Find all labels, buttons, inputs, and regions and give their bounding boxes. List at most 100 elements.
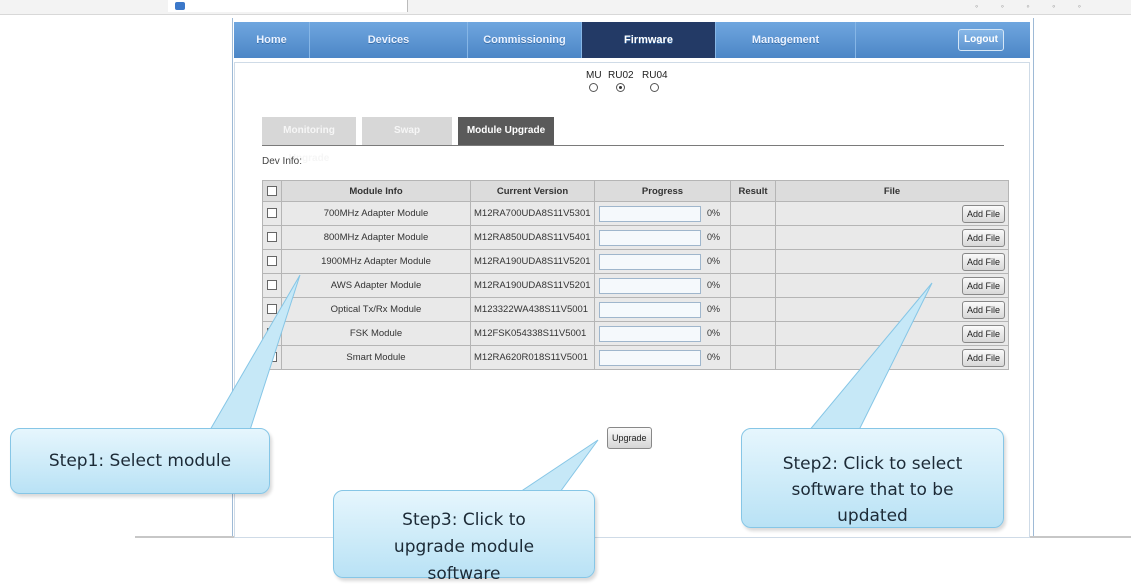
nav-firmware[interactable]: Firmware	[582, 22, 716, 58]
progress-text: 0%	[707, 256, 721, 266]
upgrade-button[interactable]: Upgrade	[607, 427, 652, 449]
row-result	[730, 201, 776, 226]
row-checkbox-cell	[262, 321, 282, 346]
browser-toolbar: ◦ ◦ ◦ ◦ ◦	[0, 0, 1131, 15]
add-file-button[interactable]: Add File	[961, 229, 1005, 247]
row-checkbox[interactable]	[267, 280, 277, 291]
row-checkbox[interactable]	[267, 304, 277, 315]
nav-commissioning[interactable]: Commissioning	[468, 22, 582, 58]
row-module-name: FSK Module	[281, 321, 471, 346]
unit-option-mu[interactable]: MU	[586, 70, 602, 92]
row-progress-cell: 0%	[594, 273, 731, 298]
module-table: Module Info Current Version Progress Res…	[262, 180, 1009, 370]
tab-monitoring-upgrade[interactable]: Monitoring Upgrade	[262, 117, 356, 164]
header-current-version: Current Version	[470, 180, 595, 202]
add-file-button[interactable]: Add File	[961, 301, 1005, 319]
row-result	[730, 321, 776, 346]
logout-button[interactable]: Logout	[958, 29, 1004, 51]
row-checkbox-cell	[262, 225, 282, 250]
radio-mu[interactable]	[589, 83, 599, 92]
nav-devices[interactable]: Devices	[310, 22, 468, 58]
header-progress: Progress	[594, 180, 731, 202]
radio-ru04[interactable]	[650, 83, 660, 92]
browser-tools-icons: ◦ ◦ ◦ ◦ ◦	[975, 1, 1091, 11]
row-file-cell: Add File	[775, 249, 1009, 274]
step1-callout: Step1: Select module	[10, 428, 270, 494]
row-current-version: M12RA190UDA8S11V5201	[470, 273, 595, 298]
unit-label-ru02: RU02	[608, 70, 634, 81]
nav-management[interactable]: Management	[716, 22, 856, 58]
row-current-version: M12RA700UDA8S11V5301	[470, 201, 595, 226]
select-all-checkbox[interactable]	[267, 185, 277, 196]
row-checkbox-cell	[262, 297, 282, 322]
table-row: 700MHz Adapter Module M12RA700UDA8S11V530…	[262, 201, 1009, 226]
favicon-icon	[175, 2, 185, 10]
step3-callout: Step3: Click to upgrade module software	[333, 490, 595, 584]
row-file-cell: Add File	[775, 297, 1009, 322]
add-file-button[interactable]: Add File	[961, 349, 1005, 367]
row-checkbox-cell	[262, 249, 282, 274]
progress-bar	[599, 326, 701, 342]
unit-option-ru04[interactable]: RU04	[642, 70, 668, 92]
header-result: Result	[730, 180, 776, 202]
table-row: 800MHz Adapter Module M12RA850UDA8S11V540…	[262, 225, 1009, 250]
unit-label-mu: MU	[586, 70, 602, 81]
progress-text: 0%	[707, 328, 721, 338]
progress-text: 0%	[707, 208, 721, 218]
row-progress-cell: 0%	[594, 345, 731, 370]
row-current-version: M12FSK054338S11V5001	[470, 321, 595, 346]
tab-module-upgrade[interactable]: Module Upgrade	[458, 117, 554, 145]
row-checkbox-cell	[262, 273, 282, 298]
row-result	[730, 225, 776, 250]
row-module-name: AWS Adapter Module	[281, 273, 471, 298]
dev-info-label: Dev Info:	[262, 156, 303, 167]
row-current-version: M12RA620R018S11V5001	[470, 345, 595, 370]
radio-ru02[interactable]	[616, 83, 626, 92]
row-file-cell: Add File	[775, 273, 1009, 298]
progress-bar	[599, 350, 701, 366]
table-header-row: Module Info Current Version Progress Res…	[262, 180, 1009, 202]
progress-text: 0%	[707, 352, 721, 362]
row-result	[730, 249, 776, 274]
row-file-cell: Add File	[775, 225, 1009, 250]
progress-bar	[599, 230, 701, 246]
address-bar[interactable]	[168, 0, 408, 12]
row-checkbox[interactable]	[267, 232, 277, 243]
row-checkbox[interactable]	[267, 352, 277, 363]
row-module-name: 1900MHz Adapter Module	[281, 249, 471, 274]
row-current-version: M12RA850UDA8S11V5401	[470, 225, 595, 250]
row-checkbox[interactable]	[267, 256, 277, 267]
row-progress-cell: 0%	[594, 249, 731, 274]
row-current-version: M12RA190UDA8S11V5201	[470, 249, 595, 274]
add-file-button[interactable]: Add File	[961, 253, 1005, 271]
main-nav: Home Devices Commissioning Firmware Mana…	[234, 22, 1030, 58]
progress-text: 0%	[707, 280, 721, 290]
row-progress-cell: 0%	[594, 201, 731, 226]
table-row: 1900MHz Adapter Module M12RA190UDA8S11V52…	[262, 249, 1009, 274]
header-module-info: Module Info	[281, 180, 471, 202]
unit-option-ru02[interactable]: RU02	[608, 70, 634, 92]
row-checkbox[interactable]	[267, 208, 277, 219]
row-result	[730, 345, 776, 370]
tab-divider	[262, 145, 1004, 146]
row-progress-cell: 0%	[594, 321, 731, 346]
table-row: AWS Adapter Module M12RA190UDA8S11V5201 0%…	[262, 273, 1009, 298]
step2-callout: Step2: Click to select software that to …	[741, 428, 1004, 528]
progress-bar	[599, 254, 701, 270]
row-module-name: 700MHz Adapter Module	[281, 201, 471, 226]
row-module-name: Optical Tx/Rx Module	[281, 297, 471, 322]
progress-text: 0%	[707, 232, 721, 242]
progress-text: 0%	[707, 304, 721, 314]
nav-home[interactable]: Home	[234, 22, 310, 58]
row-result	[730, 273, 776, 298]
add-file-button[interactable]: Add File	[961, 325, 1005, 343]
row-checkbox-cell	[262, 345, 282, 370]
row-checkbox[interactable]	[267, 328, 277, 339]
add-file-button[interactable]: Add File	[961, 205, 1005, 223]
progress-bar	[599, 302, 701, 318]
select-all-cell	[262, 180, 282, 202]
add-file-button[interactable]: Add File	[961, 277, 1005, 295]
table-row: FSK Module M12FSK054338S11V5001 0% Add File	[262, 321, 1009, 346]
tab-swap[interactable]: Swap	[362, 117, 452, 145]
row-progress-cell: 0%	[594, 225, 731, 250]
